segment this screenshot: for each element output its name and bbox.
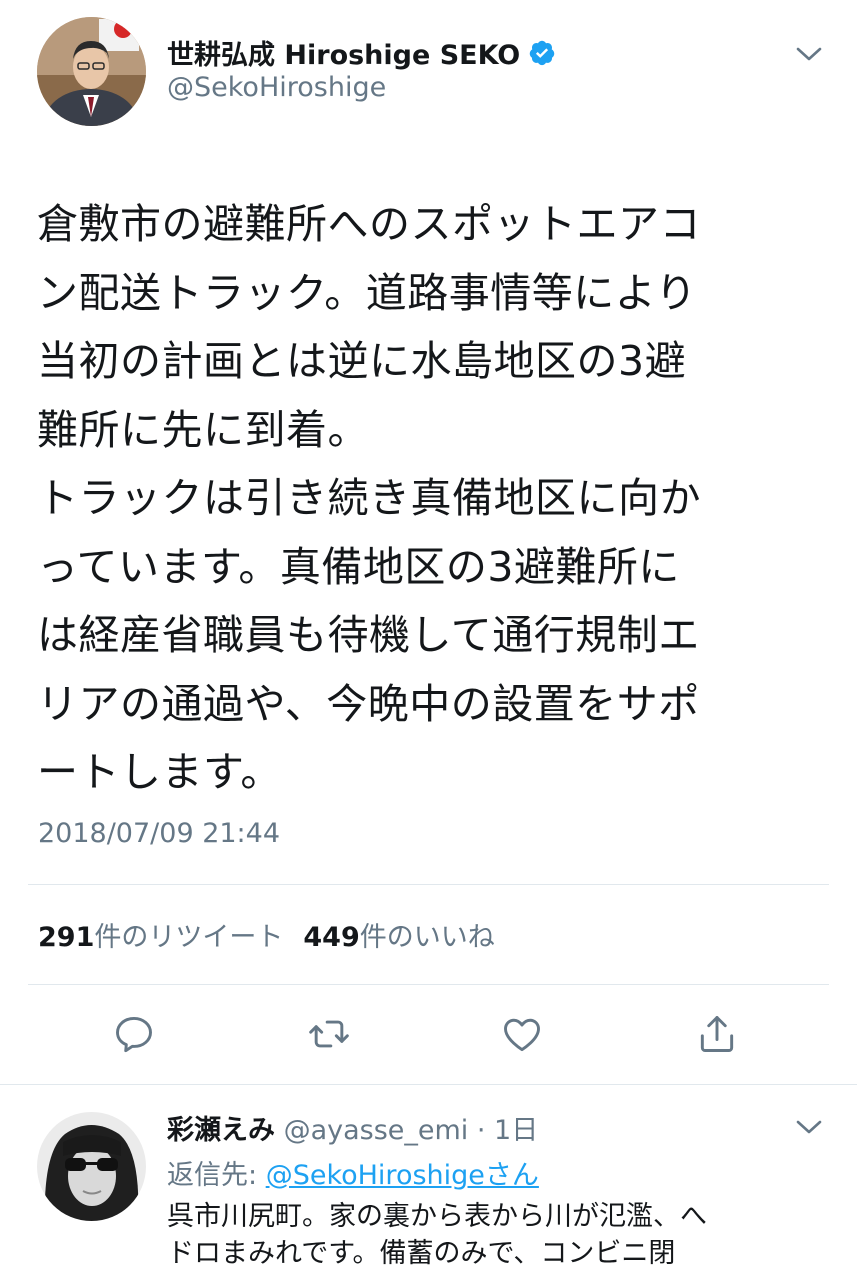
tweet-stats: 291件のリツイート 449件のいいね <box>38 915 495 954</box>
author-avatar[interactable] <box>37 17 146 126</box>
author-handle[interactable]: @SekoHiroshige <box>167 72 386 103</box>
reply-author-avatar[interactable] <box>37 1112 146 1221</box>
chevron-down-icon[interactable] <box>795 1118 823 1136</box>
author-name-row[interactable]: 世耕弘成 Hiroshige SEKO <box>167 33 556 72</box>
retweet-icon <box>309 1020 349 1048</box>
divider <box>28 884 829 885</box>
reply-to-label: 返信先: <box>167 1160 266 1191</box>
tweet-text: 倉敷市の避難所へのスポットエアコ ン配送トラック。道路事情等により 当初の計画と… <box>37 200 701 796</box>
share-icon <box>700 1016 734 1052</box>
like-label: 件のいいね <box>359 922 495 953</box>
verified-badge-icon <box>530 40 555 65</box>
reply-icon <box>116 1016 152 1053</box>
retweet-button[interactable] <box>305 1010 353 1058</box>
tweet-timestamp: 2018/07/09 21:44 <box>38 818 281 849</box>
divider <box>0 1084 857 1085</box>
retweet-stat[interactable]: 291件のリツイート <box>38 922 283 953</box>
like-stat[interactable]: 449件のいいね <box>303 922 494 953</box>
author-name[interactable]: 世耕弘成 Hiroshige SEKO <box>167 33 520 72</box>
chevron-down-icon[interactable] <box>795 45 823 63</box>
reply-author-photo <box>37 1112 146 1221</box>
like-icon <box>504 1018 540 1052</box>
like-count: 449 <box>303 922 360 953</box>
divider <box>28 984 829 985</box>
reply-to-line: 返信先: @SekoHiroshigeさん <box>167 1153 539 1192</box>
reply-button[interactable] <box>110 1010 158 1058</box>
share-button[interactable] <box>693 1010 741 1058</box>
like-button[interactable] <box>498 1010 546 1058</box>
reply-header: 彩瀬えみ @ayasse_emi · 1日 <box>167 1108 538 1147</box>
reply-text: 呉市川尻町。家の裏から表から川が氾濫、へ ドロまみれです。備蓄のみで、コンビニ閉 <box>167 1201 707 1269</box>
reply-to-mention-link[interactable]: @SekoHiroshigeさん <box>266 1160 539 1191</box>
reply-author-name[interactable]: 彩瀬えみ <box>167 1115 275 1146</box>
retweet-label: 件のリツイート <box>94 922 284 953</box>
reply-author-meta: @ayasse_emi · 1日 <box>275 1115 539 1146</box>
author-photo <box>37 17 146 126</box>
retweet-count: 291 <box>38 922 95 953</box>
